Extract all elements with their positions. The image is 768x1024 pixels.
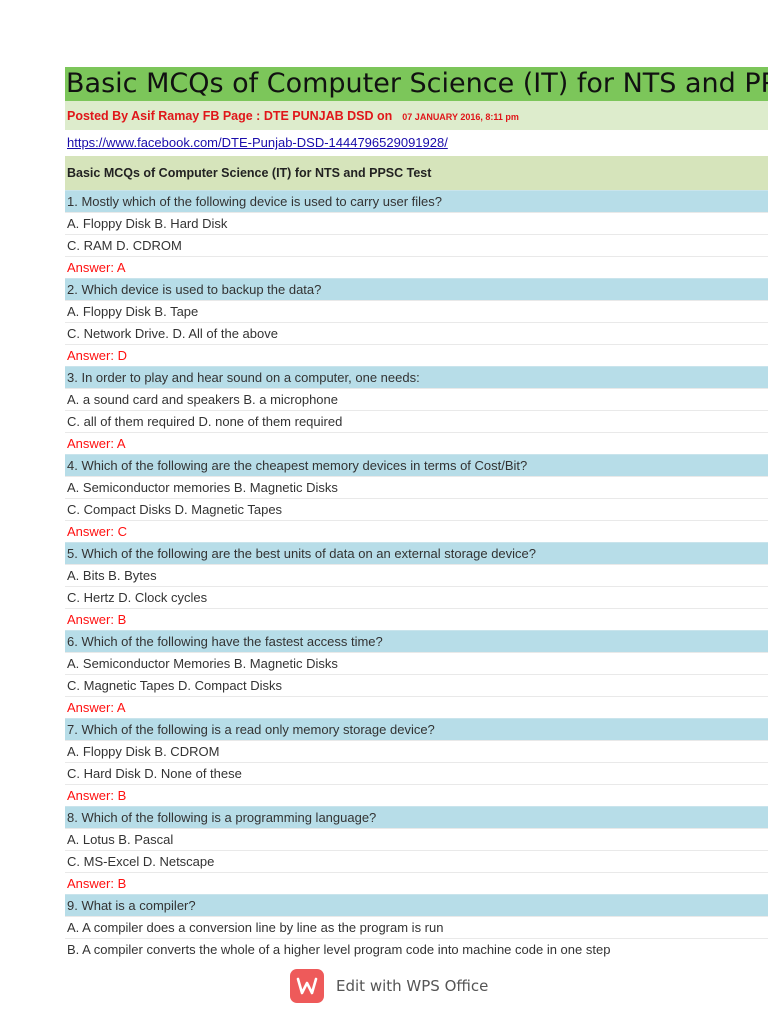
question-text: 6. Which of the following have the faste… [65, 630, 768, 652]
options-line: A. Floppy Disk B. CDROM [65, 740, 768, 762]
answer-text: Answer: A [65, 256, 768, 278]
posted-date: 07 JANUARY 2016, 8:11 pm [402, 112, 519, 122]
options-line: C. Hard Disk D. None of these [65, 762, 768, 784]
options-line: B. A compiler converts the whole of a hi… [65, 938, 768, 960]
options-line: C. Compact Disks D. Magnetic Tapes [65, 498, 768, 520]
options-line: A. Floppy Disk B. Hard Disk [65, 212, 768, 234]
options-line: A. Bits B. Bytes [65, 564, 768, 586]
document-subtitle: Basic MCQs of Computer Science (IT) for … [65, 156, 768, 190]
wps-edit-label[interactable]: Edit with WPS Office [336, 977, 488, 995]
facebook-link-row: https://www.facebook.com/DTE-Punjab-DSD-… [65, 130, 768, 152]
question-text: 3. In order to play and hear sound on a … [65, 366, 768, 388]
answer-text: Answer: C [65, 520, 768, 542]
posted-by-row: Posted By Asif Ramay FB Page : DTE PUNJA… [65, 101, 768, 130]
question-text: 4. Which of the following are the cheape… [65, 454, 768, 476]
document-title: Basic MCQs of Computer Science (IT) for … [65, 67, 768, 101]
wps-edit-banner[interactable]: Edit with WPS Office [290, 969, 488, 1003]
options-line: C. Hertz D. Clock cycles [65, 586, 768, 608]
facebook-link[interactable]: https://www.facebook.com/DTE-Punjab-DSD-… [67, 135, 448, 150]
answer-text: Answer: B [65, 872, 768, 894]
question-text: 7. Which of the following is a read only… [65, 718, 768, 740]
options-line: A. Semiconductor memories B. Magnetic Di… [65, 476, 768, 498]
wps-logo-icon [290, 969, 324, 1003]
answer-text: Answer: A [65, 432, 768, 454]
options-line: A. Semiconductor Memories B. Magnetic Di… [65, 652, 768, 674]
options-line: C. all of them required D. none of them … [65, 410, 768, 432]
answer-text: Answer: B [65, 608, 768, 630]
wps-w-glyph [296, 977, 318, 995]
options-line: A. A compiler does a conversion line by … [65, 916, 768, 938]
options-line: C. MS-Excel D. Netscape [65, 850, 768, 872]
question-text: 2. Which device is used to backup the da… [65, 278, 768, 300]
question-text: 9. What is a compiler? [65, 894, 768, 916]
options-line: C. Magnetic Tapes D. Compact Disks [65, 674, 768, 696]
options-line: C. Network Drive. D. All of the above [65, 322, 768, 344]
options-line: A. Floppy Disk B. Tape [65, 300, 768, 322]
answer-text: Answer: D [65, 344, 768, 366]
answer-text: Answer: B [65, 784, 768, 806]
options-line: C. RAM D. CDROM [65, 234, 768, 256]
options-line: A. Lotus B. Pascal [65, 828, 768, 850]
spreadsheet-document: Basic MCQs of Computer Science (IT) for … [65, 67, 768, 960]
question-list: 1. Mostly which of the following device … [65, 190, 768, 960]
answer-text: Answer: A [65, 696, 768, 718]
question-text: 8. Which of the following is a programmi… [65, 806, 768, 828]
options-line: A. a sound card and speakers B. a microp… [65, 388, 768, 410]
question-text: 5. Which of the following are the best u… [65, 542, 768, 564]
posted-by-text: Posted By Asif Ramay FB Page : DTE PUNJA… [67, 109, 393, 123]
question-text: 1. Mostly which of the following device … [65, 190, 768, 212]
